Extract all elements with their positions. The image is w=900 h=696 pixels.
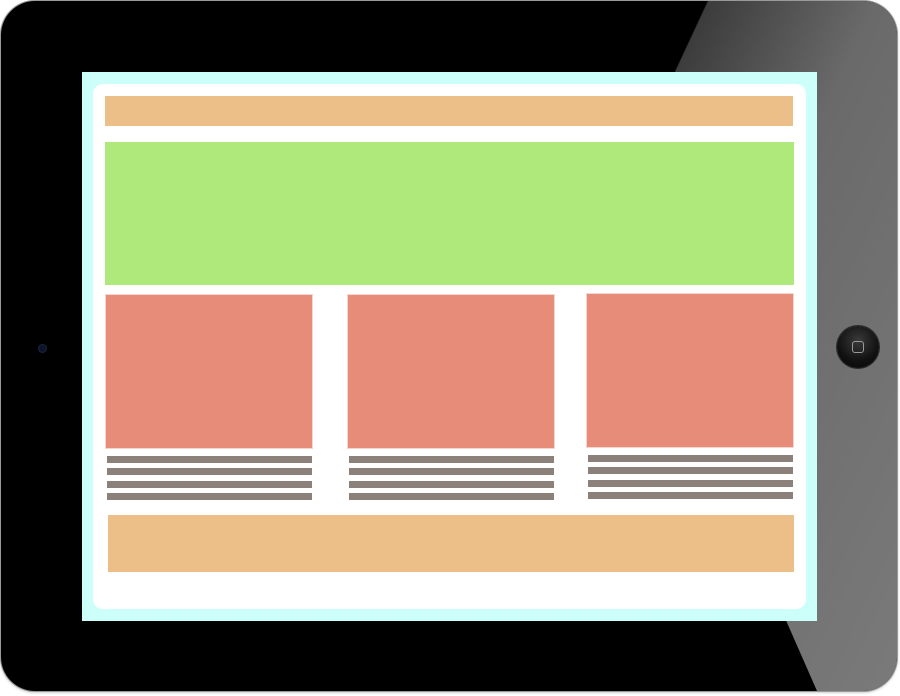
tablet-screen (82, 72, 817, 621)
card-text-line (349, 468, 554, 475)
card-text-line (107, 493, 312, 500)
card-text-line (349, 493, 554, 500)
card-text-line (588, 480, 793, 487)
card-text-line (349, 481, 554, 488)
card-image-placeholder (347, 294, 555, 449)
hero-banner-placeholder (105, 142, 794, 285)
card-text-line (107, 456, 312, 463)
card-image-placeholder (586, 293, 794, 448)
card-image-placeholder (105, 294, 313, 449)
card-text-line (588, 455, 793, 462)
footer-placeholder (108, 515, 794, 572)
home-button[interactable] (837, 326, 879, 368)
card-text-line (588, 492, 793, 499)
home-button-icon (852, 341, 864, 353)
camera-icon (38, 344, 47, 353)
header-placeholder (105, 96, 793, 126)
card-text-line (107, 481, 312, 488)
card-text-line (588, 467, 793, 474)
wireframe-page (93, 84, 806, 609)
card-text-line (107, 468, 312, 475)
card-text-line (349, 456, 554, 463)
